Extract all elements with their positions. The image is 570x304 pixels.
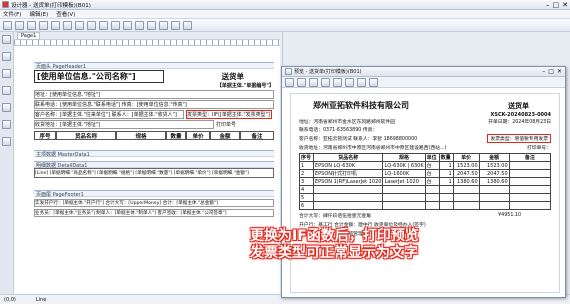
table-cell [438,185,454,194]
preview-company: 郑州亚拓软件科技有限公司 [313,100,409,110]
table-cell [424,185,440,194]
table-cell: 1 [438,161,454,170]
table-cell: 台 [424,177,440,186]
preview-maximize-button[interactable]: □ [548,68,554,75]
table-cell: 1380.60 [478,177,510,186]
table-cell: 1 [299,161,314,170]
table-cell [382,193,426,202]
table-cell: 5 [299,193,314,202]
table-cell: 6 [299,201,314,210]
table-cell: 2047.50 [452,169,480,178]
table-cell: LQ-1600K [382,169,426,178]
table-cell [478,185,510,194]
preview-save-icon[interactable] [297,77,306,87]
preview-title-bar: 预览 - 送货单(打印模板)(B01) – □ ✕ [282,67,565,77]
preview-paper: 郑州亚拓软件科技有限公司 送货单 XSCK-20240823-0004 地址：河… [290,93,560,293]
table-cell: 台 [424,161,440,170]
table-cell: LaserJet 1020 [382,177,426,186]
table-cell: 台 [424,169,440,178]
table-row: 2 EPSON针式打印机 LQ-1600K 台 1 2047.50 2047.50 [299,169,552,178]
preview-last-page-icon[interactable] [369,77,378,87]
table-cell: 2047.50 [478,169,510,178]
table-cell [312,185,384,194]
table-cell [508,169,552,178]
preview-print-icon[interactable] [285,77,294,87]
preview-foot2: 开户行：基工行 合计金额：建中行 收货单位及经办人(签字) [299,223,426,228]
table-cell [438,201,454,210]
table-cell: 1 [438,169,454,178]
table-cell [452,201,480,210]
preview-toolbar [282,77,565,88]
pth-goods: 货品名称 [312,153,384,162]
table-cell [424,201,440,210]
table-cell [508,161,552,170]
preview-amount-total: ¥4951.10 [498,213,521,218]
table-cell [508,201,552,210]
table-cell [382,185,426,194]
table-cell [312,201,384,210]
pth-unit: 单位 [424,153,440,162]
preview-app-icon [285,68,292,75]
table-cell: 2 [299,169,314,178]
table-cell [438,193,454,202]
preview-zoom-in-icon[interactable] [309,77,318,87]
pth-remark: 备注 [508,153,552,162]
table-cell: 4 [299,185,314,194]
table-cell: EPSON 1(RF)LaserJet 1020 [312,177,384,186]
preview-date: 开单日期：2024年08月23日 [488,120,551,125]
preview-receipt-type: 发票类型：增值税专用发票 [487,134,551,143]
table-cell: 1 [438,177,454,186]
table-cell [478,201,510,210]
table-cell [382,201,426,210]
callout-line-2: 发票类型可正常显示为文字 [250,245,418,261]
preview-minimize-button[interactable]: – [542,68,545,75]
table-cell [508,193,552,202]
preview-prev-page-icon[interactable] [345,77,354,87]
preview-close-button[interactable]: ✕ [557,68,562,75]
annotation-callout: 更换为IF函数后，打印预览 发票类型可正常显示为文字 [250,228,450,262]
table-row: 5 [299,193,552,202]
pth-qty: 数量 [438,153,454,162]
table-cell: 1523.00 [452,161,480,170]
preview-doc-title: 送货单 [508,100,529,110]
preview-first-page-icon[interactable] [333,77,342,87]
table-row: 3 EPSON 1(RF)LaserJet 1020 LaserJet 1020 台 1… [299,177,552,186]
table-header-row: 序号 货品名称 规格 单位 数量 单价 金额 备注 [299,153,552,162]
table-cell [478,193,510,202]
table-cell [312,193,384,202]
table-cell [424,193,440,202]
pth-amount: 金额 [478,153,510,162]
preview-zoom-out-icon[interactable] [321,77,330,87]
preview-receive: 收货地址：河南省郑州市中原区河南省郑州市中原区建设路西(西站...) [299,146,447,151]
table-cell: EPSON针式打印机 [312,169,384,178]
preview-title: 预览 - 送货单(打印模板)(B01) [294,69,362,75]
preview-customer: 客户名称：亚拓云管测试 联系人：李智 18698800000 [299,137,418,142]
table-row: 1 EPSON LQ-630K LQ-630K | 630K 台 1 1523.00 152… [299,161,552,170]
pth-price: 单价 [452,153,480,162]
pth-spec: 规格 [382,153,426,162]
table-cell: LQ-630K | 630K [382,161,426,170]
table-cell [508,177,552,186]
table-cell: 3 [299,177,314,186]
table-row: 4 [299,185,552,194]
print-preview-window[interactable]: 预览 - 送货单(打印模板)(B01) – □ ✕ 郑州亚拓软件科技有限公司 送… [281,66,566,298]
table-cell [452,185,480,194]
table-row: 6 [299,201,552,210]
preview-next-page-icon[interactable] [357,77,366,87]
table-cell [452,193,480,202]
preview-amount-words: 合计大写：肆仟玖佰伍拾壹元壹角 [299,214,371,219]
table-cell [508,185,552,194]
table-cell: 1523.00 [478,161,510,170]
callout-line-1: 更换为IF函数后，打印预览 [250,228,419,244]
preview-phone: 联系电话：0371-63563890 传真： [299,128,378,133]
preview-print-no: 打印单号： [527,146,551,151]
table-cell: EPSON LQ-630K [312,161,384,170]
table-cell: 1380.60 [452,177,480,186]
preview-address: 地址：河南省郑州市金水区东风路郑州软件园 [299,120,395,125]
preview-goods-table: 序号 货品名称 规格 单位 数量 单价 金额 备注 1 EPSON LQ-630K… [299,153,552,210]
pth-index: 序号 [299,153,314,162]
